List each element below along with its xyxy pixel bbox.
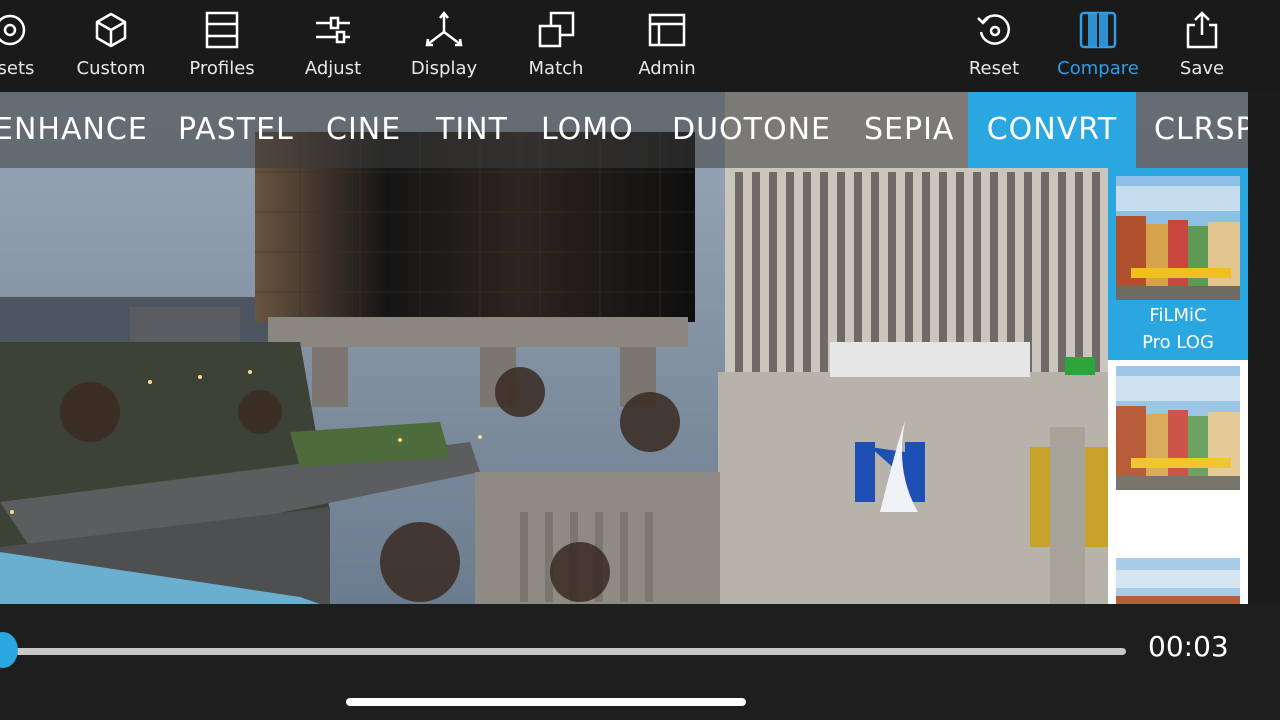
profiles-icon xyxy=(205,11,239,49)
preset-name-line2: Pro Flat xyxy=(1144,522,1212,543)
match-button[interactable]: Match xyxy=(506,10,606,86)
display-button[interactable]: Display xyxy=(394,10,494,86)
admin-icon xyxy=(648,13,686,47)
compare-button[interactable]: Compare xyxy=(1048,10,1148,86)
custom-button[interactable]: Custom xyxy=(61,10,161,86)
playback-bar: 00:03 xyxy=(0,604,1280,720)
filter-tab-lomo[interactable]: LOMO xyxy=(541,92,634,168)
adjust-label: Adjust xyxy=(304,58,362,79)
reset-button[interactable]: Reset xyxy=(944,10,1044,86)
preset-name-line2: Pro LOG xyxy=(1142,332,1214,353)
filter-category-strip: ENHANCE PASTEL CINE TINT LOMO DUOTONE SE… xyxy=(0,92,1248,168)
display-label: Display xyxy=(410,58,478,79)
filter-tab-clrsp[interactable]: CLRSP xyxy=(1154,92,1248,168)
scrubber-track[interactable] xyxy=(4,648,1126,655)
preset-name: FiLMiC Pro LOG xyxy=(1108,302,1248,356)
share-icon xyxy=(1186,11,1218,49)
filter-tab-enhance[interactable]: ENHANCE xyxy=(0,92,148,168)
presets-button[interactable]: sets xyxy=(0,10,60,86)
filter-tab-tint[interactable]: TINT xyxy=(436,92,508,168)
admin-button[interactable]: Admin xyxy=(617,10,717,86)
admin-label: Admin xyxy=(638,58,696,79)
home-indicator xyxy=(346,698,746,706)
custom-label: Custom xyxy=(76,58,146,79)
timecode: 00:03 xyxy=(1148,630,1229,663)
presets-label: sets xyxy=(0,58,35,79)
reset-label: Reset xyxy=(968,58,1020,79)
match-icon xyxy=(538,11,575,48)
compare-icon xyxy=(1079,11,1117,49)
preset-thumbnail-list: FiLMiC Pro LOG FiLMiC Pro Flat xyxy=(1108,168,1248,604)
video-preview[interactable] xyxy=(0,92,1248,604)
preset-thumbnail-image xyxy=(1116,366,1240,490)
preset-name: FiLMiC Pro Flat xyxy=(1108,492,1248,546)
preset-name-line1: FiLMiC xyxy=(1149,495,1207,516)
reset-icon xyxy=(977,14,1010,45)
save-button[interactable]: Save xyxy=(1152,10,1252,86)
match-label: Match xyxy=(528,58,584,79)
filter-tab-cine[interactable]: CINE xyxy=(326,92,401,168)
filter-tab-convrt[interactable]: CONVRT xyxy=(968,92,1136,168)
sliders-icon xyxy=(316,16,350,44)
preset-name-line1: FiLMiC xyxy=(1149,305,1207,326)
presets-icon xyxy=(0,14,26,46)
filter-tab-pastel[interactable]: PASTEL xyxy=(178,92,294,168)
filter-tab-duotone[interactable]: DUOTONE xyxy=(672,92,831,168)
axes-icon xyxy=(425,10,463,47)
scrubber-handle[interactable] xyxy=(0,632,18,668)
cube-icon xyxy=(95,12,127,48)
preset-thumbnail-image xyxy=(1116,558,1240,604)
save-label: Save xyxy=(1179,58,1225,79)
preset-filmic-pro-flat[interactable]: FiLMiC Pro Flat xyxy=(1108,360,1248,556)
compare-label: Compare xyxy=(1057,58,1139,79)
preset-third[interactable] xyxy=(1108,556,1248,604)
profiles-button[interactable]: Profiles xyxy=(172,10,272,86)
profiles-label: Profiles xyxy=(189,58,255,79)
adjust-button[interactable]: Adjust xyxy=(283,10,383,86)
preset-thumbnail-image xyxy=(1116,176,1240,300)
city-video-frame xyxy=(0,92,1248,604)
top-toolbar: sets Custom Profiles Adjust Display Matc… xyxy=(0,0,1280,92)
filter-tab-sepia[interactable]: SEPIA xyxy=(864,92,954,168)
preset-filmic-pro-log[interactable]: FiLMiC Pro LOG xyxy=(1108,168,1248,360)
